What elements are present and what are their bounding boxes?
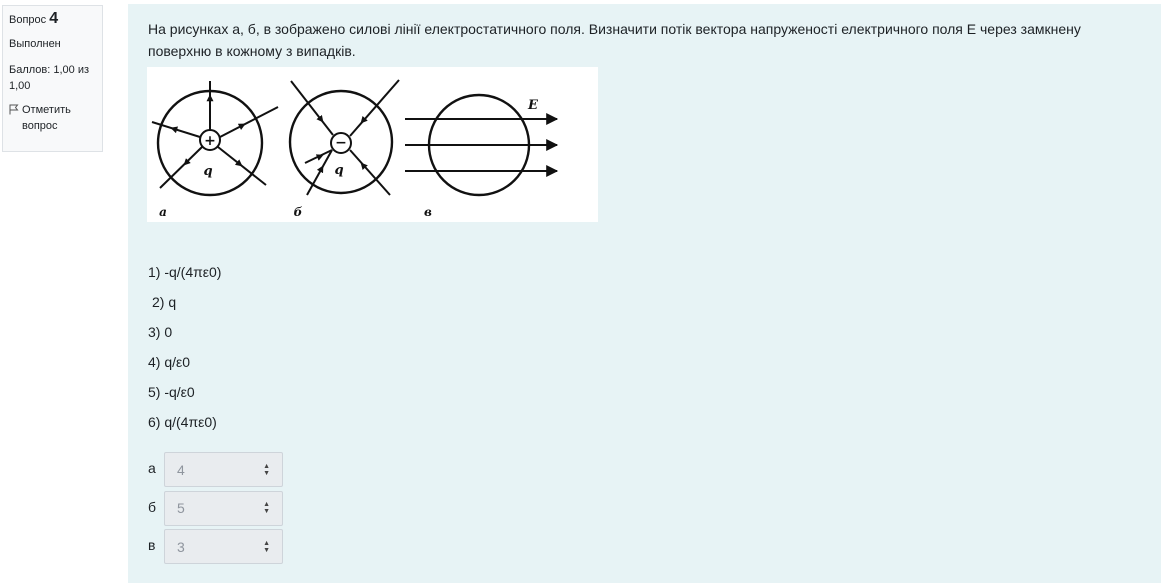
selected-value: 5: [177, 500, 185, 516]
answer-select-a[interactable]: 4 ▲ ▼: [164, 452, 283, 487]
answer-label: а: [148, 460, 156, 476]
answer-label: б: [148, 498, 157, 515]
question-number-value: 4: [49, 10, 59, 27]
question-grade: Баллов: 1,00 из 1,00: [9, 64, 90, 92]
answer-row-a: а 4 ▲ ▼: [148, 452, 283, 491]
select-arrows-icon: ▲ ▼: [263, 501, 270, 515]
field-lines-diagram: + q а − q б E в: [151, 79, 559, 219]
question-info-panel: Вопрос 4 Выполнен Баллов: 1,00 из 1,00 О…: [2, 5, 103, 152]
positive-sign: +: [204, 133, 216, 149]
figure-b-negative-charge: − q б: [288, 79, 400, 219]
select-arrows-icon: ▲ ▼: [263, 462, 270, 477]
question-text: На рисунках а, б, в зображено силові лін…: [148, 21, 1081, 59]
answer-row-b: б 5 ▲ ▼: [148, 490, 283, 530]
option-item: 5) -q/ε0: [148, 384, 195, 400]
question-label: Вопрос: [9, 14, 47, 26]
flag-question-label: Отметить вопрос: [22, 104, 71, 132]
figure-label-a: а: [159, 205, 167, 219]
flag-question-button[interactable]: Отметить вопрос: [9, 102, 96, 134]
answer-row-c: в 3 ▲ ▼: [148, 529, 283, 568]
question-state: Выполнен: [9, 38, 61, 50]
selected-value: 4: [177, 461, 185, 478]
select-arrows-icon: ▲ ▼: [263, 539, 270, 554]
option-item: 4) q/ε0: [148, 354, 191, 370]
field-lines-figure: + q а − q б E в: [147, 67, 598, 222]
question-formulation: На рисунках а, б, в зображено силові лін…: [128, 4, 1161, 583]
answer-options: 1) -q/(4πε0) 2) q 3) 0 4) q/ε0 5) -q/ε0 …: [148, 262, 221, 442]
question-number: Вопрос 4: [9, 11, 96, 28]
answer-matching: а 4 ▲ ▼ б 5 ▲ ▼ в 3 ▲ ▼: [148, 452, 283, 568]
negative-sign: −: [335, 135, 347, 151]
figure-c-uniform-field: E в: [405, 93, 559, 219]
option-item: 1) -q/(4πε0): [148, 264, 222, 280]
option-item: 6) q/(4πε0): [148, 414, 217, 430]
answer-select-b[interactable]: 5 ▲ ▼: [164, 490, 283, 526]
answer-label: в: [148, 537, 156, 553]
option-item: 3) 0: [148, 324, 173, 340]
selected-value: 3: [177, 538, 185, 555]
answer-select-c[interactable]: 3 ▲ ▼: [164, 529, 283, 564]
figure-label-b: б: [294, 205, 303, 219]
figure-a-positive-charge: + q а: [151, 81, 279, 219]
charge-label-a: q: [203, 164, 212, 179]
flag-icon: [9, 104, 19, 115]
option-item: 2) q: [152, 294, 177, 310]
charge-label-b: q: [334, 163, 343, 178]
figure-label-c: в: [424, 205, 432, 219]
field-label-e: E: [527, 98, 539, 113]
